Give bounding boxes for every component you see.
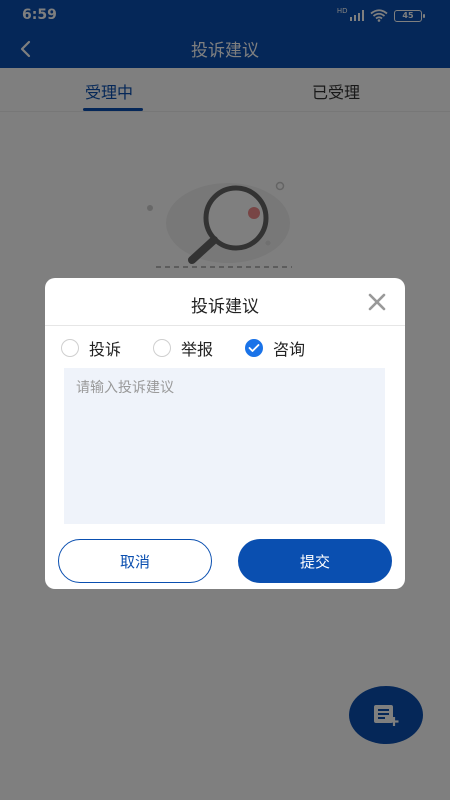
radio-unchecked-icon bbox=[153, 339, 171, 357]
feedback-textarea[interactable] bbox=[64, 368, 385, 524]
radio-checked-icon bbox=[245, 339, 263, 357]
radio-complaint[interactable]: 投诉 bbox=[61, 338, 122, 359]
dialog-title: 投诉建议 bbox=[191, 297, 259, 317]
radio-label: 投诉 bbox=[89, 340, 122, 359]
radio-report[interactable]: 举报 bbox=[153, 338, 214, 359]
dialog-divider bbox=[45, 325, 405, 326]
radio-inquiry[interactable]: 咨询 bbox=[245, 338, 306, 359]
submit-button[interactable]: 提交 bbox=[238, 539, 392, 583]
radio-unchecked-icon bbox=[61, 339, 79, 357]
radio-label: 举报 bbox=[181, 340, 214, 359]
close-icon[interactable] bbox=[367, 292, 387, 312]
radio-label: 咨询 bbox=[273, 340, 306, 359]
cancel-button[interactable]: 取消 bbox=[58, 539, 212, 583]
feedback-type-radio-group: 投诉 举报 咨询 bbox=[61, 338, 391, 359]
feedback-dialog: 投诉建议 投诉 举报 咨询 取消 提交 bbox=[45, 278, 405, 589]
